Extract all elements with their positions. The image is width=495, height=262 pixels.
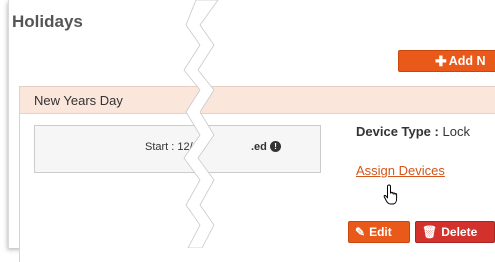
add-holiday-button[interactable]: ✚ Add N bbox=[398, 50, 495, 72]
add-button-label: Add N bbox=[448, 54, 486, 68]
start-date-text: Start : 12/31 bbox=[145, 141, 205, 153]
assign-devices-link[interactable]: Assign Devices bbox=[356, 163, 445, 178]
delete-button-label: Delete bbox=[441, 225, 478, 239]
plus-icon: ✚ bbox=[435, 52, 447, 69]
edit-button-label: Edit bbox=[369, 225, 392, 239]
device-type: Device Type : Lock bbox=[356, 124, 470, 139]
trash-icon: 🗑 bbox=[422, 225, 438, 239]
start-date-suffix: .ed bbox=[251, 141, 267, 153]
edit-icon: ✎ bbox=[355, 225, 366, 239]
delete-button[interactable]: 🗑 Delete bbox=[415, 221, 495, 243]
page-title: Holidays bbox=[12, 12, 83, 31]
device-type-label: Device Type : bbox=[356, 124, 439, 139]
hand-cursor-icon bbox=[383, 184, 398, 205]
device-type-value: Lock bbox=[442, 124, 470, 139]
edit-button[interactable]: ✎ Edit bbox=[348, 221, 410, 243]
holiday-panel-header[interactable]: New Years Day bbox=[20, 87, 495, 114]
start-date-box: Start : 12/31 .ed ! bbox=[34, 125, 321, 173]
info-circle-icon[interactable]: ! bbox=[270, 141, 281, 152]
holiday-name: New Years Day bbox=[34, 93, 123, 108]
